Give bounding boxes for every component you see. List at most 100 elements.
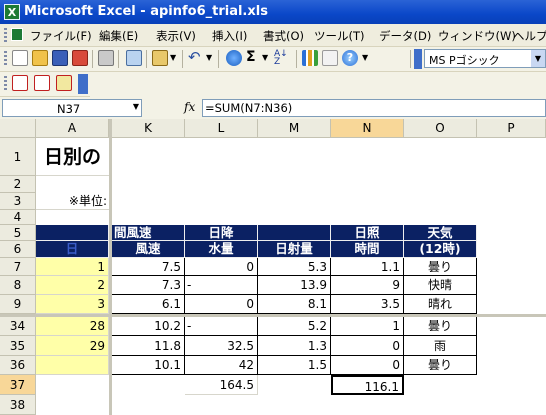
paste-icon[interactable] — [152, 50, 168, 66]
workbook-icon[interactable] — [11, 28, 23, 41]
solar-cell[interactable]: 5.2 — [258, 317, 331, 336]
sheet-title[interactable]: 日別の — [36, 138, 109, 176]
wind-cell[interactable]: 11.8 — [112, 336, 185, 356]
sun-cell[interactable]: 1.1 — [331, 258, 404, 276]
sun-cell[interactable]: 1 — [331, 317, 404, 336]
row-header-35[interactable]: 35 — [0, 336, 36, 356]
sun-cell[interactable]: 0 — [331, 356, 404, 375]
header-wind[interactable]: 風速 — [112, 241, 185, 258]
row-header-6[interactable]: 6 — [0, 241, 36, 258]
toolbar-chevron-icon[interactable] — [78, 74, 88, 94]
sort-ascending-icon[interactable]: A↓ Z — [274, 50, 290, 67]
weather-cell[interactable]: 曇り — [404, 317, 477, 336]
column-header-a[interactable]: A — [36, 119, 109, 138]
header-weather-top[interactable]: 天気 — [404, 225, 477, 241]
header-sun[interactable]: 時間 — [331, 241, 404, 258]
row-header-5[interactable]: 5 — [0, 225, 36, 241]
autosum-dropdown-icon[interactable]: ▼ — [262, 53, 268, 62]
header-wind-top[interactable]: 間風速 — [112, 225, 185, 241]
drawing-icon[interactable] — [322, 50, 338, 66]
row-header-1[interactable]: 1 — [0, 138, 36, 176]
weather-cell[interactable]: 曇り — [404, 356, 477, 375]
undo-dropdown-icon[interactable]: ▼ — [206, 53, 212, 62]
row-header-37[interactable]: 37 — [0, 375, 36, 395]
menu-file[interactable]: ファイル(F) — [30, 28, 92, 44]
sun-total-cell-selected[interactable]: 116.1 — [331, 375, 404, 395]
new-icon[interactable] — [12, 50, 28, 66]
menu-data[interactable]: データ(D) — [379, 28, 431, 44]
font-name-select[interactable]: MS Pゴシック ▼ — [424, 49, 546, 68]
research-icon[interactable] — [126, 50, 142, 66]
chevron-down-icon[interactable]: ▼ — [531, 50, 545, 67]
toolbar-options-icon[interactable]: ▼ — [362, 53, 368, 62]
row-header-9[interactable]: 9 — [0, 295, 36, 314]
weather-cell[interactable]: 快晴 — [404, 276, 477, 295]
day-cell[interactable]: 3 — [36, 295, 109, 314]
menu-insert[interactable]: 挿入(I) — [212, 28, 247, 44]
column-header-l[interactable]: L — [185, 119, 258, 138]
solar-cell[interactable]: 8.1 — [258, 295, 331, 314]
menu-grip[interactable] — [4, 28, 7, 42]
day-cell[interactable]: 1 — [36, 258, 109, 276]
header-sun-top[interactable]: 日照 — [331, 225, 404, 241]
rain-total-cell[interactable]: 164.5 — [185, 375, 258, 395]
header-weather[interactable]: (12時) — [404, 241, 477, 258]
solar-cell[interactable]: 13.9 — [258, 276, 331, 295]
menu-window[interactable]: ウィンドウ(W) — [438, 28, 516, 44]
pdf-mail-icon[interactable] — [34, 75, 50, 91]
menu-help[interactable]: ヘルプ — [513, 28, 546, 44]
pdf-review-icon[interactable] — [56, 75, 72, 91]
day-cell[interactable]: 2 — [36, 276, 109, 295]
row-header-38[interactable]: 38 — [0, 395, 36, 415]
solar-cell[interactable]: 5.3 — [258, 258, 331, 276]
rain-cell[interactable]: - — [185, 276, 258, 295]
chevron-down-icon[interactable]: ▼ — [133, 102, 139, 111]
toolbar-grip[interactable] — [4, 76, 7, 92]
header-day[interactable]: 日 — [36, 241, 109, 258]
header-solar[interactable]: 日射量 — [258, 241, 331, 258]
menu-tools[interactable]: ツール(T) — [314, 28, 365, 44]
row-header-7[interactable]: 7 — [0, 258, 36, 276]
column-header-m[interactable]: M — [258, 119, 331, 138]
wind-cell[interactable]: 7.3 — [112, 276, 185, 295]
solar-cell[interactable]: 1.3 — [258, 336, 331, 356]
rain-cell[interactable]: 0 — [185, 258, 258, 276]
chart-wizard-icon[interactable] — [302, 50, 318, 66]
header-rain[interactable]: 水量 — [185, 241, 258, 258]
toolbar-chevron-icon[interactable] — [414, 49, 422, 69]
row-header-34[interactable]: 34 — [0, 317, 36, 336]
weather-cell[interactable]: 晴れ — [404, 295, 477, 314]
menu-edit[interactable]: 編集(E) — [99, 28, 138, 44]
header-solar-top[interactable] — [258, 225, 331, 241]
row-header-3[interactable]: 3 — [0, 193, 36, 210]
pdf-convert-icon[interactable] — [12, 75, 28, 91]
sun-cell[interactable]: 9 — [331, 276, 404, 295]
weather-cell[interactable]: 雨 — [404, 336, 477, 356]
formula-input[interactable]: =SUM(N7:N36) — [202, 99, 546, 117]
autosum-icon[interactable]: Σ — [246, 50, 262, 66]
paste-dropdown-icon[interactable]: ▼ — [170, 53, 176, 62]
column-header-p[interactable]: P — [477, 119, 546, 138]
column-header-k[interactable]: K — [112, 119, 185, 138]
open-icon[interactable] — [32, 50, 48, 66]
menu-format[interactable]: 書式(O) — [263, 28, 304, 44]
row-header-4[interactable]: 4 — [0, 210, 36, 225]
rain-cell[interactable]: 32.5 — [185, 336, 258, 356]
print-icon[interactable] — [98, 50, 114, 66]
rain-cell[interactable]: 0 — [185, 295, 258, 314]
column-header-n[interactable]: N — [331, 119, 404, 138]
menu-view[interactable]: 表示(V) — [156, 28, 196, 44]
wind-cell[interactable]: 10.2 — [112, 317, 185, 336]
day-cell[interactable] — [36, 356, 109, 375]
select-all-corner[interactable] — [0, 119, 36, 138]
rain-cell[interactable]: - — [185, 317, 258, 336]
help-icon[interactable]: ? — [342, 50, 358, 66]
sun-cell[interactable]: 3.5 — [331, 295, 404, 314]
sun-cell[interactable]: 0 — [331, 336, 404, 356]
row-header-2[interactable]: 2 — [0, 176, 36, 193]
wind-cell[interactable]: 10.1 — [112, 356, 185, 375]
wind-cell[interactable]: 7.5 — [112, 258, 185, 276]
row-header-8[interactable]: 8 — [0, 276, 36, 295]
permission-icon[interactable] — [72, 50, 88, 66]
rain-cell[interactable]: 42 — [185, 356, 258, 375]
